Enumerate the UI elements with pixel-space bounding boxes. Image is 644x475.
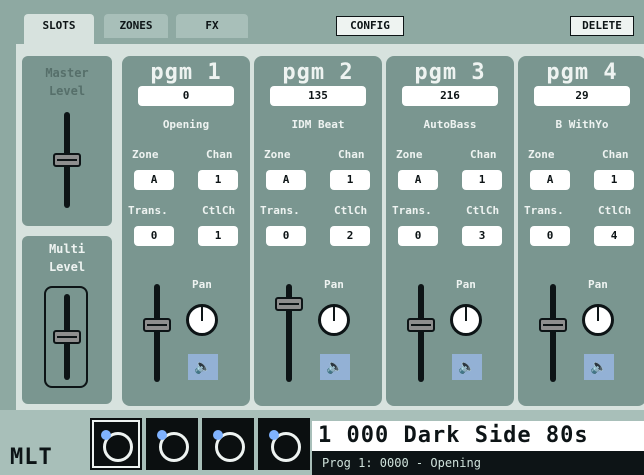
slot-level-slider[interactable]: [275, 296, 303, 311]
chan-field[interactable]: 1: [594, 170, 634, 190]
slot-1: pgm 1 0 Opening Zone Chan A 1 Trans. Ctl…: [122, 56, 250, 406]
trans-label: Trans.: [392, 204, 432, 217]
slot-level-track: [154, 284, 160, 382]
zone-field[interactable]: A: [134, 170, 174, 190]
trans-label: Trans.: [524, 204, 564, 217]
slot-3: pgm 3 216 AutoBass Zone Chan A 1 Trans. …: [386, 56, 514, 406]
speaker-icon[interactable]: 🔈: [188, 354, 218, 380]
zone-label: Zone: [264, 148, 291, 161]
zone-field[interactable]: A: [398, 170, 438, 190]
ctlch-label: CtlCh: [598, 204, 632, 217]
speaker-icon[interactable]: 🔈: [320, 354, 350, 380]
program-number-field[interactable]: 29: [534, 86, 630, 106]
master-level-panel: Master Level: [22, 56, 112, 226]
mlt-screen: SLOTS ZONES FX CONFIG DELETE Master Leve…: [0, 0, 644, 475]
slot-4: pgm 4 29 B WithYo Zone Chan A 1 Trans. C…: [518, 56, 644, 406]
chan-field[interactable]: 1: [462, 170, 502, 190]
speaker-icon[interactable]: 🔈: [584, 354, 614, 380]
chan-field[interactable]: 1: [198, 170, 238, 190]
pan-label: Pan: [324, 278, 344, 291]
chan-field[interactable]: 1: [330, 170, 370, 190]
keyswitch-button-3[interactable]: [202, 418, 254, 470]
program-info: Prog 1: 0000 - Opening: [312, 451, 644, 475]
program-title: 1 000 Dark Side 80s: [318, 423, 589, 448]
speaker-icon[interactable]: 🔈: [452, 354, 482, 380]
ctlch-label: CtlCh: [334, 204, 368, 217]
slot-level-track: [550, 284, 556, 382]
ctlch-field[interactable]: 1: [198, 226, 238, 246]
slot-2: pgm 2 135 IDM Beat Zone Chan A 1 Trans. …: [254, 56, 382, 406]
program-number-field[interactable]: 216: [402, 86, 498, 106]
pan-label: Pan: [456, 278, 476, 291]
delete-button[interactable]: DELETE: [570, 16, 634, 36]
zone-field[interactable]: A: [266, 170, 306, 190]
pan-knob-icon[interactable]: [450, 304, 482, 336]
tab-slots[interactable]: SLOTS: [24, 14, 94, 44]
keyswitch-indicator: [269, 430, 279, 440]
zone-label: Zone: [132, 148, 159, 161]
keyswitch-button-2[interactable]: [146, 418, 198, 470]
pan-knob-icon[interactable]: [582, 304, 614, 336]
program-display[interactable]: 1 000 Dark Side 80s Prog 1: 0000 - Openi…: [312, 421, 644, 475]
slot-level-track: [418, 284, 424, 382]
ctlch-label: CtlCh: [202, 204, 236, 217]
ctlch-field[interactable]: 4: [594, 226, 634, 246]
slot-level-slider[interactable]: [143, 317, 171, 332]
pan-label: Pan: [588, 278, 608, 291]
trans-field[interactable]: 0: [530, 226, 570, 246]
config-button[interactable]: CONFIG: [336, 16, 404, 36]
trans-field[interactable]: 0: [266, 226, 306, 246]
slot-pgm-label: pgm 3: [414, 60, 486, 85]
multi-level-label: Multi Level: [48, 242, 86, 274]
zone-field[interactable]: A: [530, 170, 570, 190]
multi-level-slider[interactable]: [53, 330, 81, 344]
ctlch-label: CtlCh: [466, 204, 500, 217]
zone-label: Zone: [528, 148, 555, 161]
multi-level-panel: Multi Level: [22, 236, 112, 404]
slot-pgm-label: pgm 1: [150, 60, 222, 85]
keyswitch-indicator: [213, 430, 223, 440]
mode-label: MLT: [10, 445, 53, 470]
chan-label: Chan: [602, 148, 629, 161]
zone-label: Zone: [396, 148, 423, 161]
tab-zones[interactable]: ZONES: [104, 14, 168, 38]
pan-knob-icon[interactable]: [186, 304, 218, 336]
pan-label: Pan: [192, 278, 212, 291]
chan-label: Chan: [470, 148, 497, 161]
keyswitch-indicator: [101, 430, 111, 440]
ctlch-field[interactable]: 3: [462, 226, 502, 246]
slot-pgm-label: pgm 2: [282, 60, 354, 85]
ctlch-field[interactable]: 2: [330, 226, 370, 246]
chan-label: Chan: [338, 148, 365, 161]
program-name: AutoBass: [423, 118, 477, 131]
chan-label: Chan: [206, 148, 233, 161]
tab-fx[interactable]: FX: [176, 14, 248, 38]
master-level-slider[interactable]: [53, 153, 81, 167]
slot-level-slider[interactable]: [539, 317, 567, 332]
pan-knob-icon[interactable]: [318, 304, 350, 336]
program-number-field[interactable]: 0: [138, 86, 234, 106]
program-name: IDM Beat: [291, 118, 345, 131]
master-level-label: Master Level: [45, 66, 89, 98]
program-name: B WithYo: [555, 118, 609, 131]
trans-field[interactable]: 0: [134, 226, 174, 246]
program-number-field[interactable]: 135: [270, 86, 366, 106]
tab-bar: SLOTS ZONES FX CONFIG DELETE: [0, 0, 644, 44]
trans-label: Trans.: [128, 204, 168, 217]
program-name: Opening: [162, 118, 210, 131]
keyswitch-button-4[interactable]: [258, 418, 310, 470]
slot-pgm-label: pgm 4: [546, 60, 618, 85]
keyswitch-indicator: [157, 430, 167, 440]
trans-label: Trans.: [260, 204, 300, 217]
keyswitch-button-1[interactable]: [90, 418, 142, 470]
slot-level-slider[interactable]: [407, 317, 435, 332]
trans-field[interactable]: 0: [398, 226, 438, 246]
